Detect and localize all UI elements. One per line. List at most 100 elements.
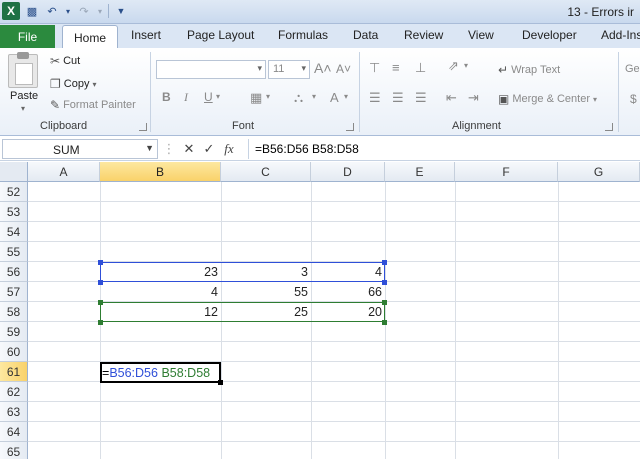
bottom-align-icon[interactable]: ⊥ [415,60,426,76]
borders-icon[interactable]: ▦ [250,90,262,106]
underline-button[interactable]: U [204,90,213,104]
undo-dropdown-icon[interactable]: ▾ [64,3,72,19]
column-header-b[interactable]: B [100,162,221,182]
currency-button[interactable]: $ [630,92,637,106]
font-launcher-icon[interactable] [346,123,354,131]
reference-handle[interactable] [382,260,387,265]
paste-button[interactable]: Paste [10,90,38,102]
row-header-56[interactable]: 56 [0,262,28,282]
column-header-a[interactable]: A [28,162,100,182]
font-size-combo[interactable]: 11 ▾ [268,60,310,79]
tab-home[interactable]: Home [62,25,119,49]
format-painter-button[interactable]: ✎ Format Painter [50,98,136,112]
reference-handle[interactable] [98,260,103,265]
drag-handle-icon[interactable]: ⋮ [162,141,176,157]
reference-handle[interactable] [98,280,103,285]
alignment-launcher-icon[interactable] [605,123,613,131]
paste-icon[interactable] [8,52,38,88]
row-header-60[interactable]: 60 [0,342,28,362]
underline-dropdown-icon[interactable]: ▾ [216,92,220,101]
cell-b61-editor[interactable]: = B56:D56 B58:D58 [102,364,210,381]
tab-view[interactable]: View [468,28,494,48]
tab-add-ins[interactable]: Add-Ins [601,28,640,48]
reference-handle[interactable] [98,300,103,305]
cell-b57[interactable]: 4 [100,282,221,302]
reference-handle[interactable] [382,320,387,325]
formula-input[interactable]: =B56:D56 B58:D58 [248,139,640,159]
row-header-53[interactable]: 53 [0,202,28,222]
grow-font-icon[interactable]: A˄ [314,60,332,76]
align-right-icon[interactable]: ☰ [415,90,427,106]
alignment-group-label: Alignment [452,120,501,132]
paste-dropdown-icon[interactable]: ▾ [21,104,25,113]
merge-center-button[interactable]: ▣ Merge & Center ▾ [498,92,597,106]
reference-handle[interactable] [382,300,387,305]
fill-color-dropdown-icon[interactable]: ▾ [312,92,316,101]
font-name-combo[interactable]: ▾ [156,60,266,79]
excel-logo-icon[interactable]: X [2,2,20,20]
column-header-d[interactable]: D [311,162,385,182]
fill-color-icon[interactable]: ⛬ [294,90,303,106]
align-center-icon[interactable]: ☰ [392,90,404,106]
column-header-c[interactable]: C [221,162,311,182]
borders-dropdown-icon[interactable]: ▾ [266,92,270,101]
middle-align-icon[interactable]: ≡ [392,60,400,75]
select-all-corner[interactable] [0,162,28,182]
gridline [28,341,640,342]
redo-dropdown-icon[interactable]: ▾ [96,3,104,19]
decrease-indent-icon[interactable]: ⇤ [446,90,457,106]
enter-icon[interactable]: ✓ [202,141,216,157]
cancel-icon[interactable]: ✕ [182,141,196,157]
increase-indent-icon[interactable]: ⇥ [468,90,479,106]
cell-c57[interactable]: 55 [221,282,311,302]
row-header-63[interactable]: 63 [0,402,28,422]
customize-qat-icon[interactable]: ▼ [113,3,129,19]
tab-review[interactable]: Review [404,28,443,48]
row-header-61[interactable]: 61 [0,362,28,382]
insert-function-icon[interactable]: fx [222,141,236,157]
name-box-value: SUM [53,143,80,157]
reference-handle[interactable] [382,280,387,285]
cell-d57[interactable]: 66 [311,282,385,302]
align-left-icon[interactable]: ☰ [369,90,381,106]
row-header-58[interactable]: 58 [0,302,28,322]
fill-handle[interactable] [218,380,223,385]
font-color-icon[interactable]: A [330,90,339,105]
row-header-55[interactable]: 55 [0,242,28,262]
merge-icon: ▣ [498,92,510,106]
column-header-e[interactable]: E [385,162,455,182]
gridline [28,401,640,402]
tab-developer[interactable]: Developer [522,28,577,48]
font-color-dropdown-icon[interactable]: ▾ [344,92,348,101]
bold-button[interactable]: B [162,90,171,104]
row-header-59[interactable]: 59 [0,322,28,342]
tab-file[interactable]: File [0,25,55,48]
tab-insert[interactable]: Insert [131,28,161,48]
copy-button[interactable]: ❐ Copy ▾ [50,77,96,91]
row-header-62[interactable]: 62 [0,382,28,402]
row-header-54[interactable]: 54 [0,222,28,242]
name-box[interactable]: SUM ▼ [2,139,158,159]
italic-button[interactable]: I [184,90,188,105]
row-header-57[interactable]: 57 [0,282,28,302]
reference-handle[interactable] [98,320,103,325]
column-header-g[interactable]: G [558,162,640,182]
row-header-52[interactable]: 52 [0,182,28,202]
wrap-text-button[interactable]: ↵ Wrap Text [498,63,560,77]
redo-icon[interactable]: ↷ [76,3,92,19]
tab-formulas[interactable]: Formulas [278,28,328,48]
tab-data[interactable]: Data [353,28,378,48]
shrink-font-icon[interactable]: A˅ [336,62,351,76]
clipboard-launcher-icon[interactable] [139,123,147,131]
number-format-combo[interactable]: Ge [625,63,640,75]
orientation-dropdown-icon[interactable]: ▾ [464,61,468,70]
top-align-icon[interactable]: ⊤ [369,60,380,76]
row-header-64[interactable]: 64 [0,422,28,442]
orientation-icon[interactable]: ⇗ [448,58,459,74]
column-header-f[interactable]: F [455,162,558,182]
tab-page-layout[interactable]: Page Layout [187,28,254,48]
cut-button[interactable]: ✂ Cut [50,54,80,68]
save-icon[interactable]: ▩ [24,3,40,19]
row-header-65[interactable]: 65 [0,442,28,459]
undo-icon[interactable]: ↶ [44,3,60,19]
